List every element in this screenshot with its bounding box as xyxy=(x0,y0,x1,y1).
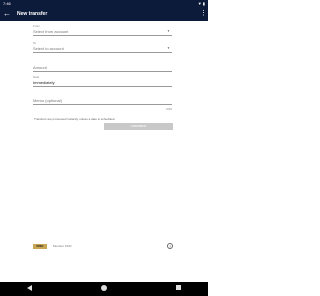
fdic-badge: FDIC xyxy=(33,244,47,249)
continue-button[interactable]: CONTINUE xyxy=(104,123,173,130)
to-label: To xyxy=(33,41,37,45)
chevron-down-icon: ▼ xyxy=(167,46,170,50)
help-icon[interactable]: ? xyxy=(167,243,173,249)
amount-underline xyxy=(33,71,172,72)
status-bar: 7:46 ▼ ▮ xyxy=(0,0,208,7)
from-underline xyxy=(33,35,172,36)
back-arrow-icon[interactable]: ← xyxy=(2,9,12,19)
memo-placeholder: Memo (optional) xyxy=(33,98,62,103)
app-bar: ← New transfer ⋮ xyxy=(0,7,208,21)
more-options-icon[interactable]: ⋮ xyxy=(200,9,207,19)
from-account-select[interactable]: From Select from account ▼ xyxy=(33,25,172,37)
date-value: Immediately xyxy=(33,80,55,85)
chevron-down-icon: ▼ xyxy=(167,29,170,33)
date-underline xyxy=(33,86,172,87)
to-placeholder: Select to account xyxy=(33,46,64,51)
system-nav-bar xyxy=(0,282,208,296)
memo-underline xyxy=(33,104,172,105)
page-title: New transfer xyxy=(17,11,48,17)
memo-char-counter: 0/32 xyxy=(166,107,172,111)
status-time: 7:46 xyxy=(3,1,11,6)
to-account-select[interactable]: To Select to account ▼ xyxy=(33,42,172,54)
amount-field[interactable]: Amount xyxy=(33,64,172,73)
nav-home-icon[interactable] xyxy=(101,285,107,291)
to-underline xyxy=(33,52,172,53)
date-label: Date xyxy=(33,75,40,79)
bottom-bar: FDIC Member FDIC ? xyxy=(28,242,178,251)
from-label: From xyxy=(33,24,40,28)
nav-recents-icon[interactable] xyxy=(176,285,181,290)
from-placeholder: Select from account xyxy=(33,29,69,34)
fdic-text: Member FDIC xyxy=(53,244,72,248)
status-icons: ▼ ▮ xyxy=(197,1,205,6)
transfer-info-text: Transfers are processed instantly unless… xyxy=(34,117,116,121)
amount-placeholder: Amount xyxy=(33,65,47,70)
nav-back-icon[interactable] xyxy=(27,285,32,291)
memo-field[interactable]: Memo (optional) xyxy=(33,97,172,106)
date-field[interactable]: Date Immediately xyxy=(33,76,172,88)
